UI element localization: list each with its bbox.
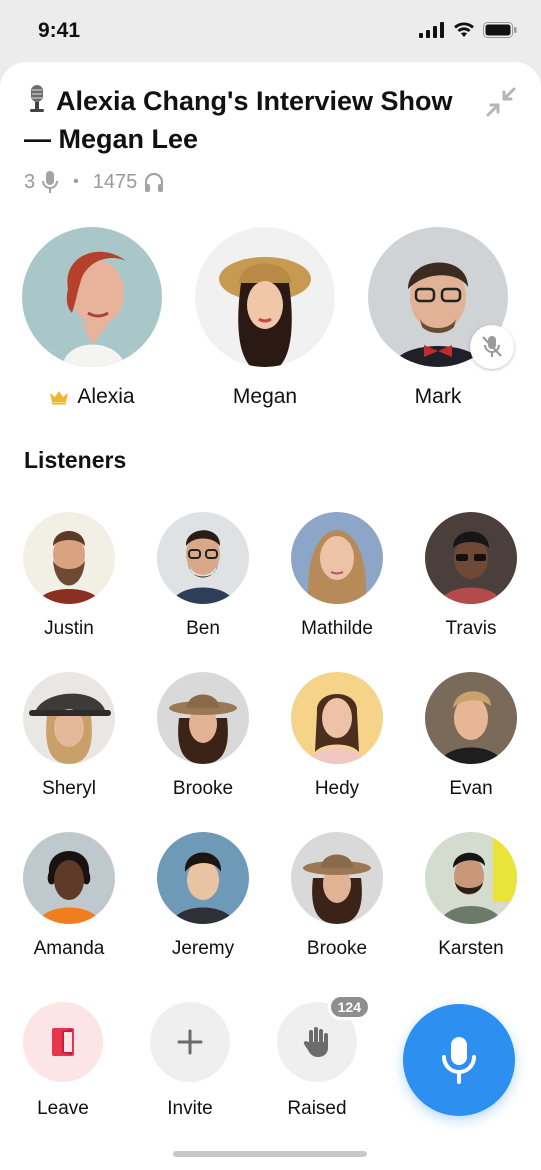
home-indicator [173, 1151, 367, 1157]
speaker-name: Mark [414, 385, 462, 408]
invite-action[interactable]: Invite [135, 1002, 245, 1120]
listener-item[interactable]: Brooke [136, 672, 270, 800]
speaker-name-row: Megan [195, 385, 335, 409]
studio-microphone-icon [30, 85, 44, 112]
muted-badge [470, 325, 514, 369]
listener-item[interactable]: Evan [404, 672, 538, 800]
listener-name: Brooke [306, 938, 368, 959]
speaker-megan[interactable]: Megan [195, 227, 335, 409]
raised-hand-icon [303, 1027, 328, 1057]
listener-item[interactable]: Justin [2, 512, 136, 640]
microphone-icon [42, 171, 59, 193]
listener-name: Evan [449, 778, 493, 799]
listener-avatar [425, 512, 517, 604]
listener-avatar [23, 512, 115, 604]
battery-icon [483, 22, 517, 38]
invite-button[interactable] [150, 1002, 230, 1082]
listener-avatar [291, 512, 383, 604]
listener-name: Ben [186, 618, 220, 639]
speaker-count: 3 [24, 170, 36, 193]
room-header: Alexia Chang's Interview Show — Megan Le… [24, 82, 464, 158]
speaker-photo [22, 227, 162, 367]
speaker-photo [195, 227, 335, 367]
speaker-name-row: Alexia [22, 385, 162, 409]
listener-name: Mathilde [301, 618, 373, 639]
listener-name: Travis [445, 618, 497, 639]
headphones-icon [145, 172, 164, 192]
listener-name: Sheryl [42, 778, 96, 799]
collapse-icon[interactable] [485, 86, 517, 118]
listener-name: Jeremy [171, 938, 235, 959]
door-exit-icon [52, 1028, 74, 1056]
listener-avatar [157, 832, 249, 924]
listener-item[interactable]: Ben [136, 512, 270, 640]
listener-avatar [23, 832, 115, 924]
status-time: 9:41 [38, 19, 81, 42]
listener-item[interactable]: Sheryl [2, 672, 136, 800]
listener-item[interactable]: Hedy [270, 672, 404, 800]
status-bar: 9:41 [0, 0, 541, 62]
listener-item[interactable]: Mathilde [270, 512, 404, 640]
listener-item[interactable]: Amanda [2, 832, 136, 960]
leave-button[interactable] [23, 1002, 103, 1082]
raised-label: Raised [287, 1098, 347, 1119]
speaker-name: Megan [232, 385, 298, 408]
listener-avatar [23, 672, 115, 764]
listener-avatar [157, 512, 249, 604]
room-stats: 3 • 1475 [24, 170, 165, 194]
raised-hands-button[interactable]: 124 [277, 994, 371, 1082]
microphone-button[interactable] [403, 1004, 515, 1116]
room-title-text: Alexia Chang's Interview Show — Megan Le… [24, 86, 453, 154]
listener-name: Hedy [314, 778, 360, 799]
speaker-name-row: Mark [368, 385, 508, 409]
speaker-name: Alexia [77, 385, 135, 408]
leave-action[interactable]: Leave [8, 1002, 118, 1120]
listener-name: Karsten [438, 938, 504, 959]
microphone-icon [442, 1037, 476, 1084]
stats-separator: • [73, 173, 79, 190]
listener-name: Justin [44, 618, 94, 639]
listeners-heading: Listeners [24, 447, 127, 473]
leave-label: Leave [37, 1098, 89, 1119]
listener-item[interactable]: Karsten [404, 832, 538, 960]
listener-avatar [425, 672, 517, 764]
listener-item[interactable]: Travis [404, 512, 538, 640]
microphone-muted-icon [482, 336, 502, 357]
signal-icon [419, 22, 444, 38]
status-icons [419, 22, 517, 38]
invite-label: Invite [167, 1098, 213, 1119]
raised-action[interactable]: 124 Raised [262, 994, 372, 1120]
listener-item[interactable]: Brooke [270, 832, 404, 960]
listener-name: Amanda [33, 938, 105, 959]
listener-count: 1475 [92, 170, 138, 193]
listener-avatar [291, 832, 383, 924]
speaker-mark[interactable]: Mark [368, 227, 514, 409]
crown-icon [50, 391, 69, 405]
speakers-row: Alexia Megan Mark [0, 227, 541, 417]
speaker-alexia[interactable]: Alexia [22, 227, 162, 409]
avatar[interactable] [22, 227, 162, 367]
avatar[interactable] [368, 227, 514, 369]
plus-icon [177, 1029, 203, 1055]
listener-avatar [157, 672, 249, 764]
room-title: Alexia Chang's Interview Show — Megan Le… [24, 82, 464, 158]
room-sheet: Alexia Chang's Interview Show — Megan Le… [0, 62, 541, 1170]
listener-name: Brooke [172, 778, 234, 799]
listener-avatar [425, 832, 517, 924]
listener-item[interactable]: Jeremy [136, 832, 270, 960]
avatar[interactable] [195, 227, 335, 367]
listener-avatar [291, 672, 383, 764]
raised-count-badge: 124 [327, 994, 371, 1020]
wifi-icon [454, 22, 474, 37]
